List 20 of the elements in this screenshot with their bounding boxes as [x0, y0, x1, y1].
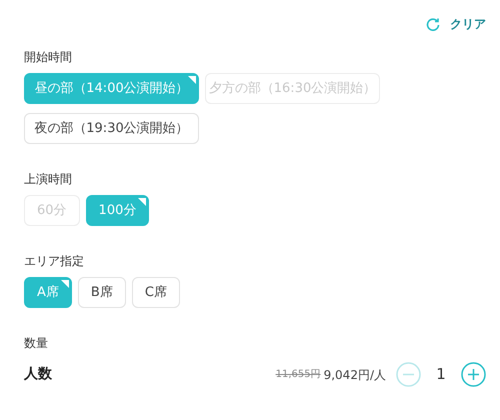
option-button[interactable]: 100分: [86, 195, 150, 226]
corner-mark-icon: [60, 280, 69, 288]
section-title: 数量: [24, 335, 49, 352]
original-price: 11,655円: [276, 368, 321, 382]
option-button[interactable]: 昼の部（14:00公演開始）: [24, 73, 199, 104]
corner-mark-icon: [138, 198, 146, 206]
section-title: 上演時間: [24, 171, 73, 188]
option-button[interactable]: A席: [24, 277, 72, 308]
count-value: 1: [435, 364, 447, 386]
option-button[interactable]: B席: [78, 277, 126, 308]
corner-mark-icon: [188, 76, 196, 84]
option-button[interactable]: C席: [132, 277, 180, 308]
refresh-icon: [426, 17, 440, 31]
quantity-label: 人数: [24, 365, 53, 384]
increase-button[interactable]: [461, 362, 486, 387]
clear-button[interactable]: クリア: [426, 12, 486, 36]
option-button[interactable]: 夜の部（19:30公演開始）: [24, 113, 199, 144]
section-title: 開始時間: [24, 49, 73, 66]
section-title: エリア指定: [24, 253, 85, 270]
price: 9,042円/人: [324, 366, 386, 384]
